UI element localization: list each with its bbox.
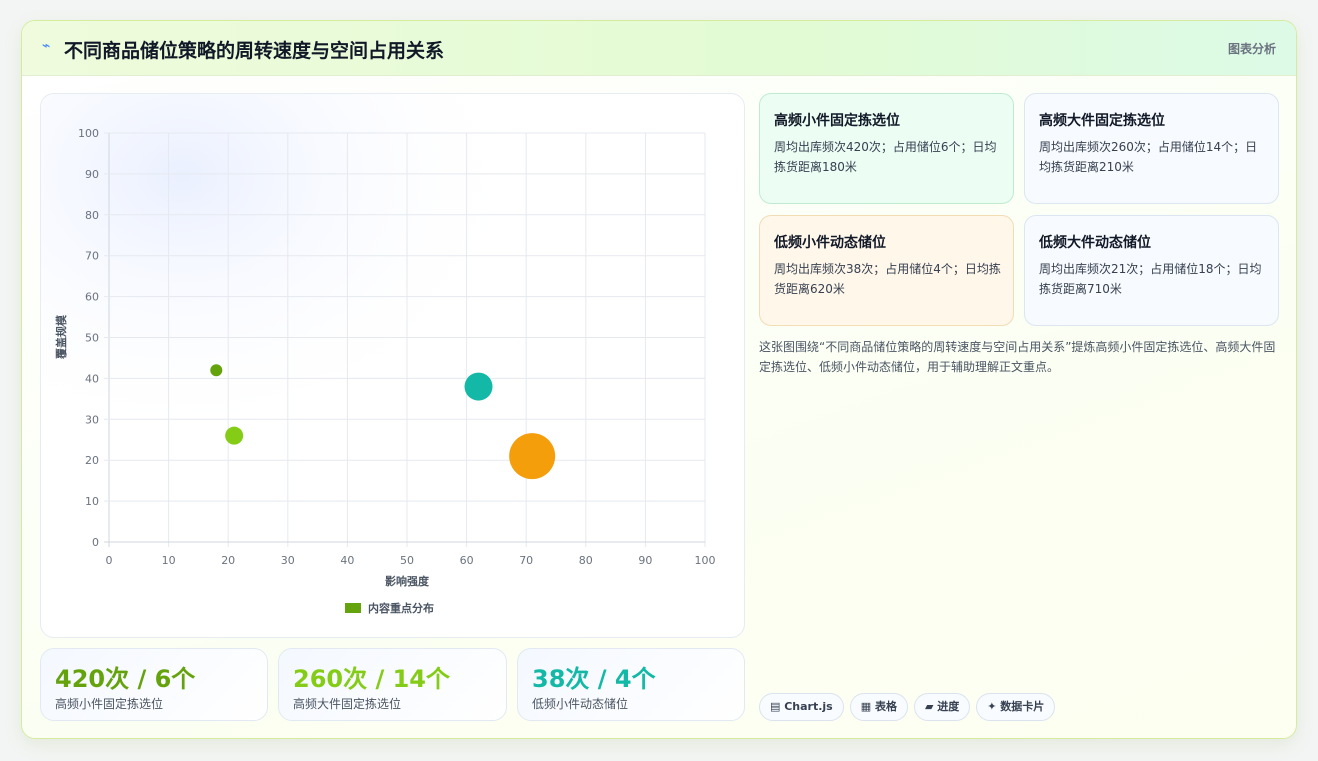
x-tick-label: 50: [400, 554, 414, 567]
legend-swatch: [345, 603, 361, 613]
x-axis-label: 影响强度: [385, 574, 430, 588]
y-tick-label: 60: [85, 291, 99, 304]
y-tick-label: 90: [85, 168, 99, 181]
info-card-3: 低频小件动态储位 周均出库频次38次；占用储位4个；日均拣货距离620米: [759, 215, 1014, 326]
chart-panel: 0 10 20 30 40 50 60 70 80 90 100 0 10 20 30 40 50 60 70 80 9…: [40, 93, 745, 638]
info-card-text: 周均出库频次21次；占用储位18个；日均拣货距离710米: [1039, 262, 1262, 296]
info-card-2: 高频大件固定拣选位 周均出库频次260次；占用储位14个；日均拣货距离210米: [1024, 93, 1279, 204]
y-tick-label: 100: [78, 127, 99, 140]
header: ⌁ 不同商品储位策略的周转速度与空间占用关系 图表分析: [22, 21, 1296, 76]
summary-text: 这张图围绕“不同商品储位策略的周转速度与空间占用关系”提炼高频小件固定拣选位、高…: [759, 340, 1276, 374]
info-card-title: 低频大件动态储位: [1039, 235, 1151, 251]
data-point-1[interactable]: [210, 364, 223, 377]
x-tick-label: 0: [106, 554, 113, 567]
x-tick-label: 100: [695, 554, 716, 567]
y-tick-label: 10: [85, 495, 99, 508]
y-tick-label: 20: [85, 454, 99, 467]
stat-card-1: 420次 / 6个 高频小件固定拣选位: [40, 648, 268, 721]
data-card-pill[interactable]: ✦ 数据卡片: [976, 693, 1056, 721]
info-card-4: 低频大件动态储位 周均出库频次21次；占用储位18个；日均拣货距离710米: [1024, 215, 1279, 326]
y-tick-label: 50: [85, 332, 99, 345]
pulse-icon: ⌁: [42, 38, 51, 54]
info-card-1: 高频小件固定拣选位 周均出库频次420次；占用储位6个；日均拣货距离180米: [759, 93, 1014, 204]
y-tick-label: 40: [85, 372, 99, 385]
info-card-text: 周均出库频次260次；占用储位14个；日均拣货距离210米: [1039, 140, 1258, 174]
stat-label: 低频小件动态储位: [532, 697, 629, 711]
data-point-2[interactable]: [225, 426, 244, 445]
x-tick-label: 10: [162, 554, 176, 567]
chartjs-pill[interactable]: ▤ Chart.js: [759, 693, 844, 721]
y-tick-label: 30: [85, 413, 99, 426]
x-tick-label: 90: [638, 554, 652, 567]
data-point-4[interactable]: [509, 433, 556, 480]
main-card: ⌁ 不同商品储位策略的周转速度与空间占用关系 图表分析 0 10 20 30 40 50 6…: [21, 20, 1297, 739]
y-tick-label: 80: [85, 209, 99, 222]
stat-label: 高频小件固定拣选位: [55, 697, 164, 711]
x-tick-label: 20: [221, 554, 235, 567]
y-tick-label: 70: [85, 250, 99, 263]
chart-legend[interactable]: 内容重点分布: [345, 601, 434, 615]
info-card-text: 周均出库频次420次；占用储位6个；日均拣货距离180米: [774, 140, 997, 174]
stat-value: 420次 / 6个: [55, 665, 196, 693]
stat-card-3: 38次 / 4个 低频小件动态储位: [517, 648, 745, 721]
y-axis-label: 覆盖规模: [54, 314, 68, 359]
bubble-chart: 0 10 20 30 40 50 60 70 80 90 100 0 10 20 30 40 50 60 70 80 9…: [41, 94, 744, 637]
chart-analysis-tag: 图表分析: [1227, 42, 1276, 56]
stat-value: 38次 / 4个: [532, 665, 656, 693]
info-card-title: 低频小件动态储位: [774, 235, 886, 251]
info-card-text: 周均出库频次38次；占用储位4个；日均拣货距离620米: [774, 262, 1001, 296]
progress-pill[interactable]: ▰ 进度: [913, 693, 971, 721]
legend-label: 内容重点分布: [368, 601, 434, 615]
page-title: 不同商品储位策略的周转速度与空间占用关系: [64, 40, 445, 62]
data-point-3[interactable]: [464, 372, 493, 401]
stat-card-2: 260次 / 14个 高频大件固定拣选位: [278, 648, 507, 721]
info-card-title: 高频大件固定拣选位: [1039, 113, 1165, 129]
stat-label: 高频大件固定拣选位: [293, 697, 402, 711]
x-tick-label: 70: [519, 554, 533, 567]
y-tick-label: 0: [92, 536, 99, 549]
x-tick-label: 30: [281, 554, 295, 567]
stat-value: 260次 / 14个: [293, 665, 450, 693]
tag-pills: ▤ Chart.js ▦ 表格 ▰ 进度 ✦ 数据卡片: [759, 693, 1061, 721]
x-tick-label: 40: [340, 554, 354, 567]
info-card-title: 高频小件固定拣选位: [774, 113, 900, 129]
table-pill[interactable]: ▦ 表格: [849, 693, 908, 721]
x-tick-label: 80: [579, 554, 593, 567]
x-tick-label: 60: [460, 554, 474, 567]
